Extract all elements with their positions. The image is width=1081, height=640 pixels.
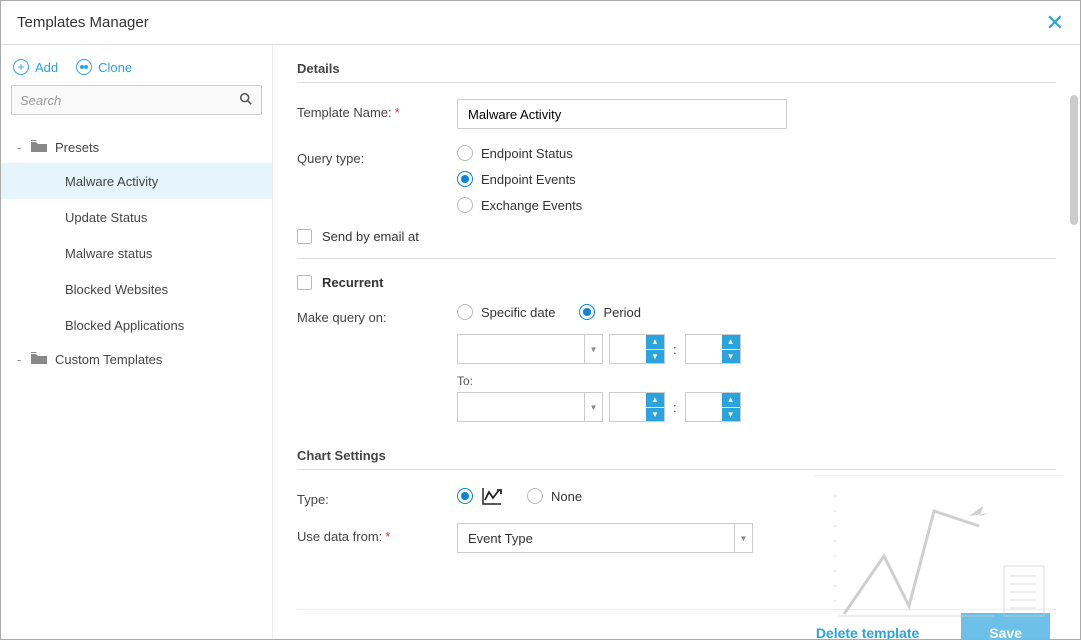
custom-label: Custom Templates [55,352,162,367]
scrollbar[interactable] [1070,95,1078,225]
radio-period[interactable]: Period [579,304,641,320]
recurrent-checkbox[interactable] [297,275,312,290]
spinner-down-icon[interactable]: ▼ [722,350,740,364]
radio-endpoint-status[interactable]: Endpoint Status [457,145,1056,161]
spinner-up-icon[interactable]: ▲ [646,393,664,408]
to-label: To: [457,374,1056,388]
date-to-combo[interactable]: ▼ [457,392,603,422]
chart-preview [814,475,1064,635]
tree-leaf[interactable]: Malware status [1,235,272,271]
template-name-label: Template Name:* [297,99,457,129]
use-data-label: Use data from:* [297,523,457,553]
radio-icon [457,197,473,213]
minute-to-spinner[interactable]: ▲▼ [685,392,741,422]
divider [297,258,1056,259]
radio-icon [457,304,473,320]
radio-icon [457,145,473,161]
tree-leaf[interactable]: Malware Activity [1,163,272,199]
close-button[interactable]: ✕ [1046,12,1064,34]
window-title: Templates Manager [17,14,149,31]
minute-from-spinner[interactable]: ▲▼ [685,334,741,364]
radio-endpoint-events[interactable]: Endpoint Events [457,171,1056,187]
chart-type-label: Type: [297,486,457,507]
date-from-value [458,335,584,363]
search-input-wrap [11,85,262,115]
plus-icon: + [13,59,29,75]
query-type-label: Query type: [297,145,457,213]
tree-leaf[interactable]: Blocked Websites [1,271,272,307]
radio-specific-date[interactable]: Specific date [457,304,555,320]
divider [297,469,1056,470]
clone-icon [76,59,92,75]
search-input[interactable] [20,93,239,108]
sidebar: + Add Clone - [1,45,273,639]
add-label: Add [35,60,58,75]
divider [297,82,1056,83]
spinner-up-icon[interactable]: ▲ [722,393,740,408]
collapse-icon: - [17,140,25,155]
template-name-input[interactable] [457,99,787,129]
radio-chart-line[interactable] [457,486,503,506]
search-icon[interactable] [239,92,253,109]
clone-label: Clone [98,60,132,75]
folder-icon [31,352,47,367]
radio-icon [527,488,543,504]
tree-node-presets[interactable]: - Presets [1,131,272,163]
spinner-up-icon[interactable]: ▲ [722,335,740,350]
chevron-down-icon[interactable]: ▼ [584,335,602,363]
tree-leaf[interactable]: Blocked Applications [1,307,272,343]
tree-leaf[interactable]: Update Status [1,199,272,235]
tree-node-custom[interactable]: - Custom Templates [1,343,272,375]
use-data-value: Event Type [458,524,734,552]
recurrent-label: Recurrent [322,275,383,290]
send-email-label: Send by email at [322,229,419,244]
date-to-value [458,393,584,421]
radio-icon [457,171,473,187]
spinner-down-icon[interactable]: ▼ [646,350,664,364]
chart-section-title: Chart Settings [297,448,1056,463]
radio-exchange-events[interactable]: Exchange Events [457,197,1056,213]
chevron-down-icon[interactable]: ▼ [734,524,752,552]
spinner-down-icon[interactable]: ▼ [646,408,664,422]
radio-icon [457,488,473,504]
hour-from-spinner[interactable]: ▲▼ [609,334,665,364]
use-data-select[interactable]: Event Type ▼ [457,523,753,553]
date-from-combo[interactable]: ▼ [457,334,603,364]
make-query-label: Make query on: [297,304,457,432]
chevron-down-icon[interactable]: ▼ [584,393,602,421]
hour-to-spinner[interactable]: ▲▼ [609,392,665,422]
spinner-up-icon[interactable]: ▲ [646,335,664,350]
line-chart-icon [481,486,503,506]
folder-icon [31,140,47,155]
presets-label: Presets [55,140,99,155]
send-email-checkbox[interactable] [297,229,312,244]
details-section-title: Details [297,61,1056,76]
clone-button[interactable]: Clone [76,59,132,75]
add-button[interactable]: + Add [13,59,58,75]
collapse-icon: - [17,352,25,367]
radio-chart-none[interactable]: None [527,486,582,506]
spinner-down-icon[interactable]: ▼ [722,408,740,422]
main-panel: Details Template Name:* Query type: Endp… [273,45,1080,639]
radio-icon [579,304,595,320]
